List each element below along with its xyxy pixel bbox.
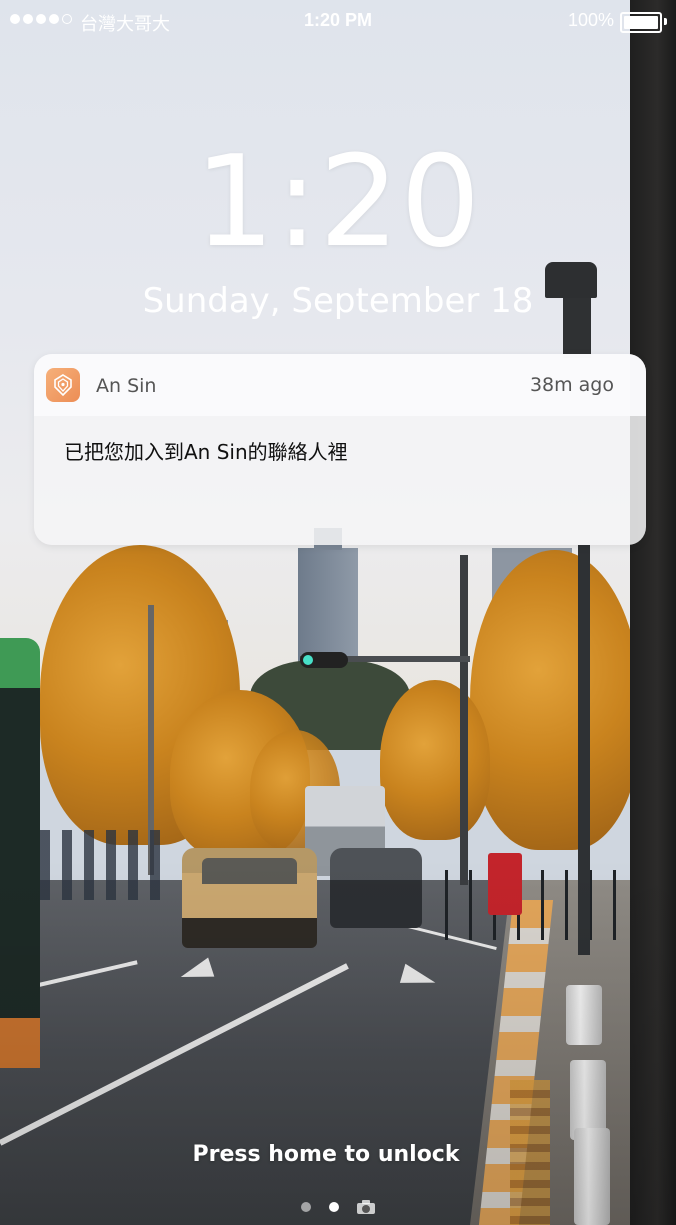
status-bar: 台灣大哥大 1:20 PM 100%: [0, 0, 676, 42]
notification-card[interactable]: An Sin 38m ago 已把您加入到An Sin的聯絡人裡: [34, 354, 646, 545]
an-sin-app-icon: [46, 368, 80, 402]
battery-tip: [664, 18, 667, 25]
battery-fill: [624, 16, 658, 29]
page-indicator[interactable]: [0, 1200, 676, 1214]
page-dot[interactable]: [301, 1202, 311, 1212]
unlock-hint: Press home to unlock: [192, 1142, 460, 1167]
lock-clock: 1:20: [194, 128, 482, 275]
camera-icon[interactable]: [357, 1200, 375, 1214]
lock-screen: 台灣大哥大 1:20 PM 100% 1:20 Sunday, Septembe…: [0, 0, 676, 1225]
notification-time: 38m ago: [529, 374, 614, 396]
lock-date: Sunday, September 18: [142, 281, 534, 321]
battery-percent: 100%: [567, 10, 614, 30]
battery-icon: [620, 12, 662, 33]
page-dot-active[interactable]: [329, 1202, 339, 1212]
notification-header: An Sin 38m ago: [34, 354, 646, 416]
notification-app-name: An Sin: [96, 375, 157, 397]
notification-message: 已把您加入到An Sin的聯絡人裡: [64, 440, 348, 464]
camera-icon-lens: [362, 1205, 370, 1213]
shield-icon: [54, 374, 72, 396]
